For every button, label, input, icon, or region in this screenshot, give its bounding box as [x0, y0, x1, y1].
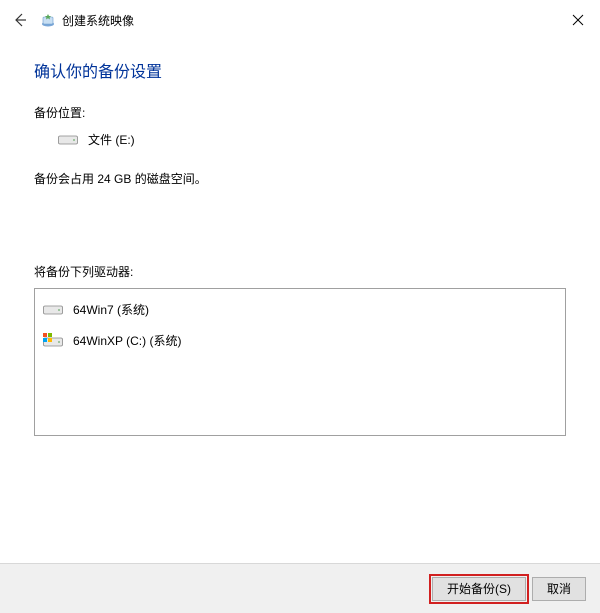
close-button[interactable] [566, 8, 590, 32]
back-button[interactable] [8, 8, 32, 32]
cancel-button[interactable]: 取消 [532, 577, 586, 601]
drives-list-label: 将备份下列驱动器: [34, 263, 566, 280]
start-backup-button[interactable]: 开始备份(S) [432, 577, 526, 601]
dialog-footer: 开始备份(S) 取消 [0, 563, 600, 613]
backup-size-text: 备份会占用 24 GB 的磁盘空间。 [34, 170, 566, 187]
window-icon [40, 12, 56, 28]
backup-location-label: 备份位置: [34, 104, 566, 121]
hard-drive-icon [58, 133, 78, 147]
drive-name: 64WinXP (C:) (系统) [73, 332, 181, 349]
close-icon [572, 14, 584, 26]
backup-location-row: 文件 (E:) [58, 131, 566, 148]
hard-drive-icon [43, 333, 63, 349]
content-area: 确认你的备份设置 备份位置: 文件 (E:) 备份会占用 24 GB 的磁盘空间… [0, 40, 600, 436]
list-item: 64Win7 (系统) [43, 297, 557, 322]
drive-name: 64Win7 (系统) [73, 301, 149, 318]
backup-location-value: 文件 (E:) [88, 131, 135, 148]
window-title: 创建系统映像 [62, 12, 134, 29]
drives-list-box: 64Win7 (系统) 64WinXP (C:) (系统) [34, 288, 566, 436]
titlebar: 创建系统映像 [0, 0, 600, 40]
list-item: 64WinXP (C:) (系统) [43, 328, 557, 353]
hard-drive-icon [43, 302, 63, 318]
back-arrow-icon [12, 12, 28, 28]
page-heading: 确认你的备份设置 [34, 58, 566, 82]
